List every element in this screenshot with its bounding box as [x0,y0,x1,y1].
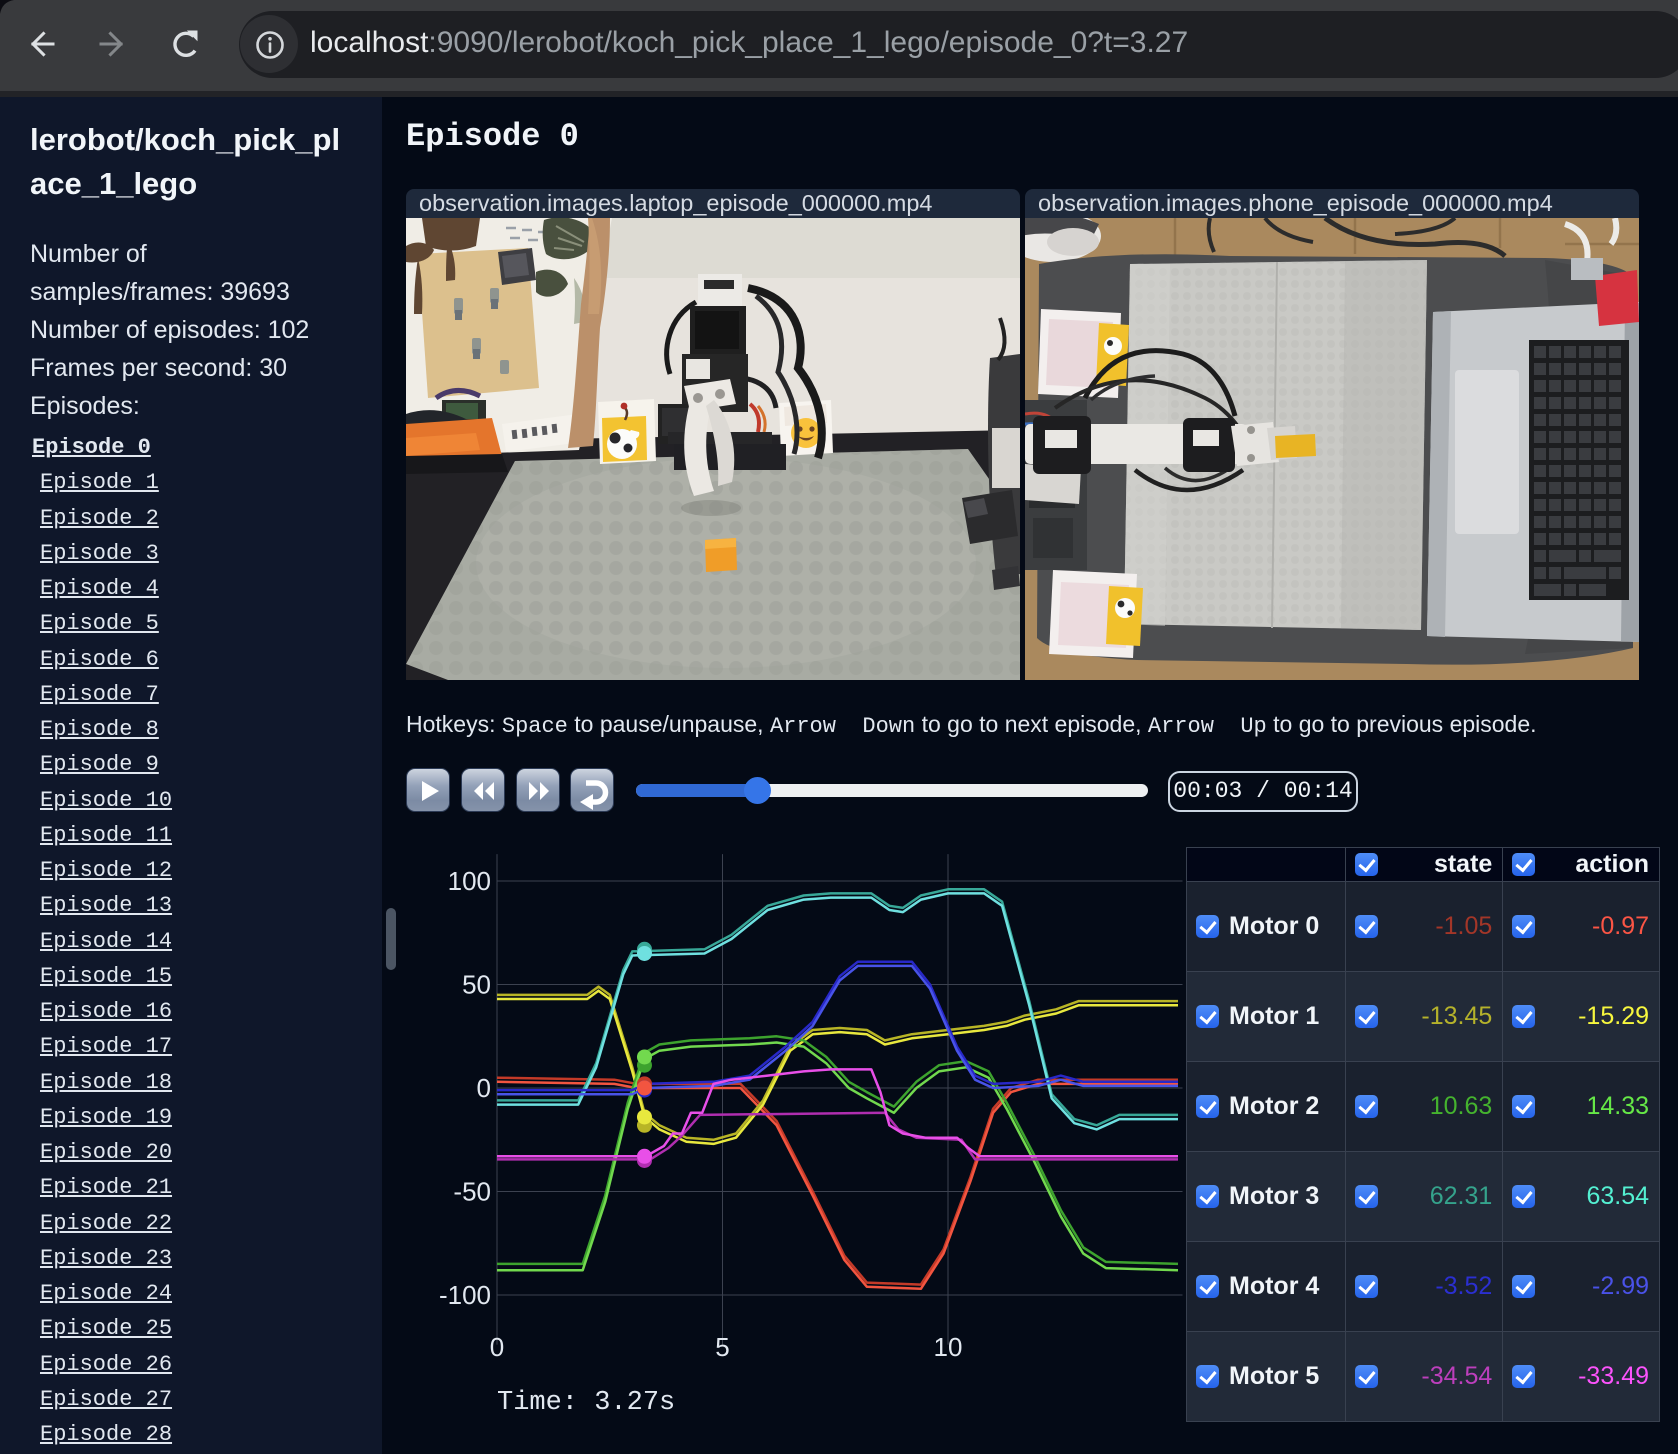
svg-text:-100: -100 [439,1280,491,1310]
svg-text:5: 5 [715,1332,729,1362]
svg-text:0: 0 [477,1073,491,1103]
svg-text:-50: -50 [453,1177,491,1207]
svg-text:50: 50 [462,970,491,1000]
svg-text:0: 0 [490,1332,504,1362]
svg-text:100: 100 [448,866,491,896]
svg-text:10: 10 [934,1332,963,1362]
